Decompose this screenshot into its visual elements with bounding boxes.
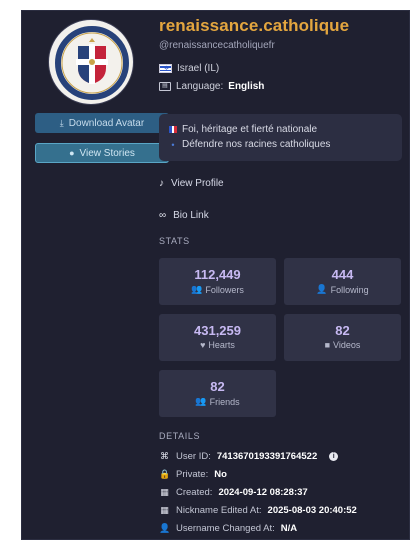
bio-text-1: Foi, héritage et fierté nationale (182, 124, 318, 135)
followers-count: 112,449 (194, 267, 241, 282)
videos-label: Videos (333, 340, 361, 350)
israel-flag-icon: ✡ (159, 64, 172, 73)
bio-link[interactable]: ∞ Bio Link (159, 210, 209, 221)
profile-handle: @renaissancecatholiquefr (159, 40, 275, 51)
friends-icon: 👥 (195, 396, 207, 406)
details-heading: DETAILS (159, 431, 201, 441)
download-avatar-button[interactable]: ⤓ Download Avatar (35, 113, 169, 133)
calendar-edit-icon: ▦ (160, 505, 169, 515)
language-icon: ▤ (159, 82, 171, 91)
hearts-count: 431,259 (194, 323, 241, 338)
avatar-logo-icon (52, 23, 132, 103)
username-changed-label: Username Changed At: (176, 523, 275, 534)
download-icon: ⤓ (59, 117, 64, 128)
nickname-edited-row: ▦ Nickname Edited At: 2025-08-03 20:40:5… (159, 505, 357, 516)
bio-line: Foi, héritage et fierté nationale (169, 122, 392, 137)
language-row: ▤ Language: English (159, 81, 264, 92)
stats-heading: STATS (159, 236, 190, 246)
following-label: Following (330, 284, 369, 295)
bio-box: Foi, héritage et fierté nationale • Défe… (159, 114, 402, 161)
view-profile-link[interactable]: ♪ View Profile (159, 178, 224, 189)
lock-icon: 🔒 (159, 469, 171, 479)
view-stories-button[interactable]: ● View Stories (35, 143, 169, 163)
bio-text-2: Défendre nos racines catholiques (182, 139, 331, 150)
user-id-label: User ID: (176, 451, 211, 462)
link-icon: ∞ (159, 210, 167, 221)
nickname-edited-value: 2025-08-03 20:40:52 (267, 505, 357, 516)
friends-stat: 82 👥 Friends (159, 370, 276, 417)
language-value: English (228, 81, 265, 92)
info-icon[interactable]: i (329, 452, 339, 461)
followers-stat: 112,449 👥 Followers (159, 258, 276, 305)
videos-stat: 82 ■ Videos (284, 314, 401, 361)
hearts-label: Hearts (208, 340, 235, 350)
france-flag-icon (169, 126, 178, 133)
friends-label: Friends (209, 396, 240, 407)
hearts-stat: 431,259 ♥ Hearts (159, 314, 276, 361)
profile-card: ⤓ Download Avatar ● View Stories renaiss… (21, 10, 410, 540)
friends-count: 82 (210, 379, 225, 394)
nickname-edited-label: Nickname Edited At: (176, 505, 262, 516)
user-id-value: 7413670193391764522 (216, 451, 318, 462)
videos-count: 82 (335, 323, 350, 338)
private-value: No (214, 469, 227, 480)
created-value: 2024-09-12 08:28:37 (218, 487, 308, 498)
user-id-row: ⌘ User ID: 7413670193391764522 i (159, 451, 339, 462)
heart-icon: ♥ (200, 340, 206, 350)
video-camera-icon: ■ (324, 340, 331, 350)
bio-link-label: Bio Link (173, 210, 209, 221)
download-avatar-label: Download Avatar (68, 117, 145, 129)
view-stories-label: View Stories (79, 147, 135, 159)
user-plus-icon: 👤 (316, 284, 328, 294)
profile-name: renaissance.catholique (159, 16, 350, 35)
bullet-icon: • (171, 139, 175, 150)
view-profile-label: View Profile (171, 178, 224, 189)
bio-line: • Défendre nos racines catholiques (169, 137, 392, 152)
user-edit-icon: 👤 (159, 523, 171, 533)
created-row: ▦ Created: 2024-09-12 08:28:37 (159, 487, 308, 498)
followers-label: Followers (205, 284, 244, 295)
fingerprint-icon: ⌘ (160, 451, 169, 461)
tiktok-icon: ♪ (159, 178, 164, 189)
private-row: 🔒 Private: No (159, 469, 227, 480)
created-label: Created: (176, 487, 213, 498)
users-icon: 👥 (191, 284, 203, 294)
following-stat: 444 👤 Following (284, 258, 401, 305)
language-label: Language: (176, 81, 224, 92)
avatar (48, 19, 134, 105)
country-value: Israel (IL) (177, 63, 220, 74)
country-row: ✡ Israel (IL) (159, 63, 219, 74)
following-count: 444 (331, 267, 354, 282)
calendar-icon: ▦ (160, 487, 169, 497)
private-label: Private: (176, 469, 209, 480)
username-changed-row: 👤 Username Changed At: N/A (159, 523, 297, 534)
username-changed-value: N/A (280, 523, 298, 534)
play-circle-icon: ● (69, 148, 75, 158)
